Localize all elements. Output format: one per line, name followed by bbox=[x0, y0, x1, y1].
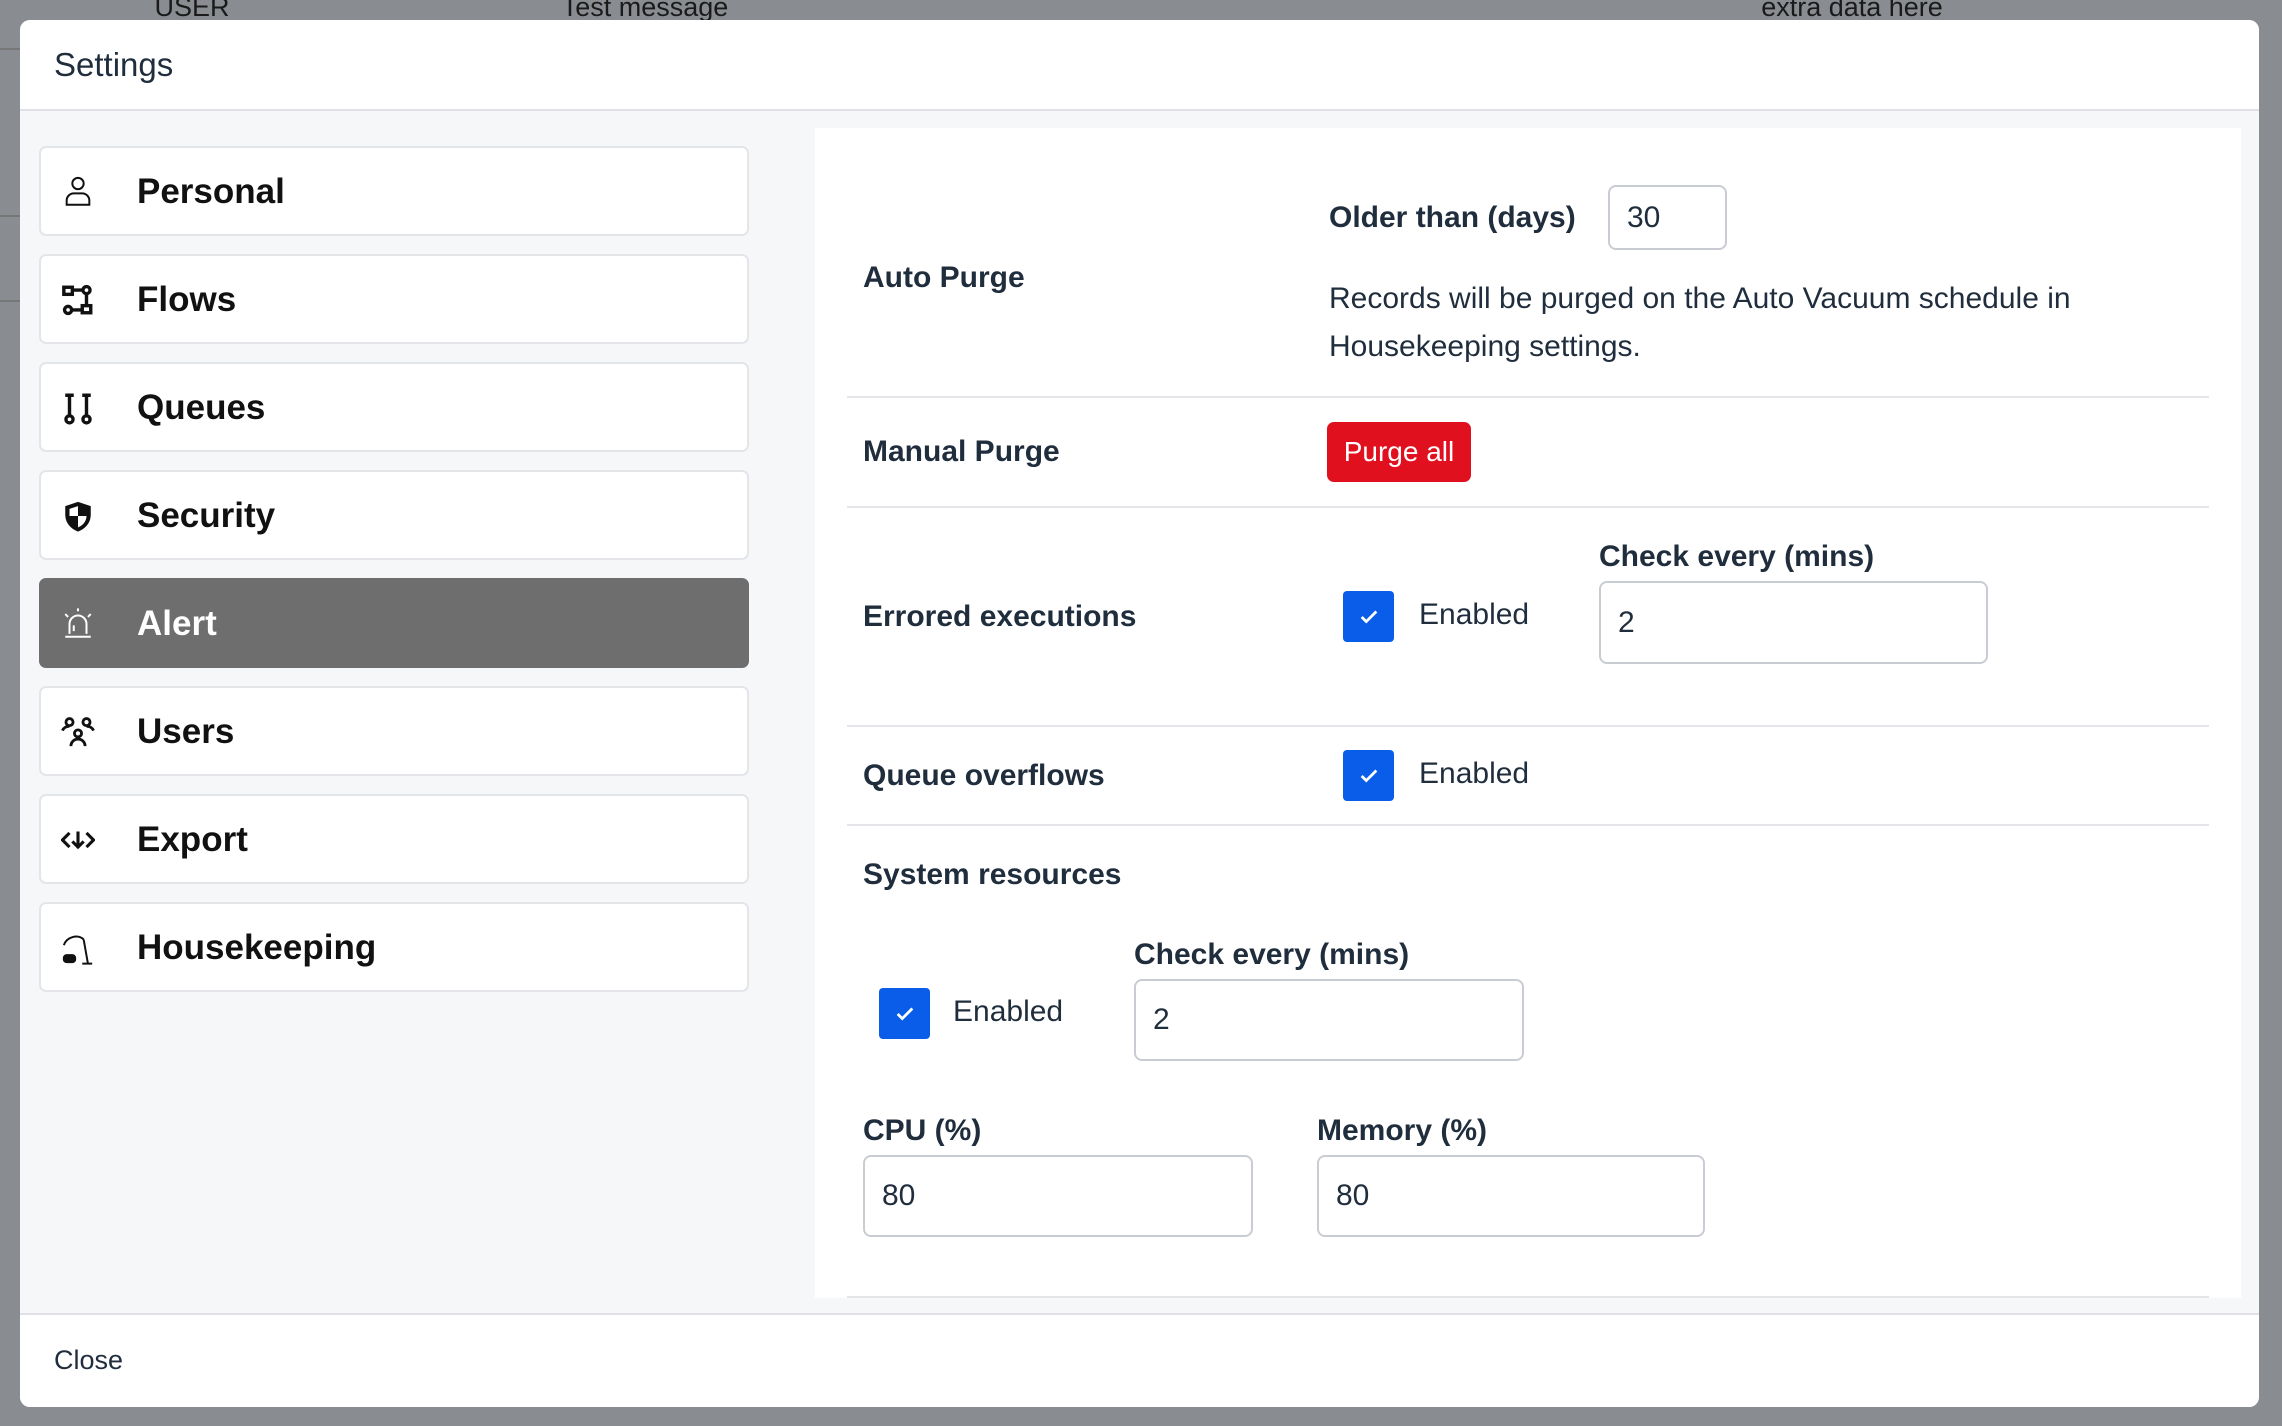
sidebar-item-label: Queues bbox=[137, 388, 266, 427]
system-enabled-checkbox[interactable] bbox=[879, 988, 930, 1039]
sidebar-item-alert[interactable]: Alert bbox=[39, 578, 749, 668]
modal-header: Settings bbox=[20, 20, 2259, 111]
auto-purge-description: Records will be purged on the Auto Vacuu… bbox=[1329, 282, 2071, 315]
export-icon bbox=[61, 831, 95, 850]
system-check-every-label: Check every (mins) bbox=[1134, 938, 1410, 971]
memory-label: Memory (%) bbox=[1317, 1114, 1488, 1147]
check-icon bbox=[1360, 610, 1377, 624]
divider bbox=[847, 1296, 2209, 1298]
divider bbox=[847, 725, 2209, 727]
bg-divider bbox=[0, 300, 20, 302]
bg-divider bbox=[0, 215, 20, 217]
errored-check-every-input[interactable]: 2 bbox=[1599, 581, 1988, 664]
cpu-label: CPU (%) bbox=[863, 1114, 982, 1147]
errored-enabled-checkbox[interactable] bbox=[1343, 591, 1394, 642]
divider bbox=[847, 396, 2209, 398]
alarm-icon bbox=[64, 608, 92, 638]
queue-overflows-enabled-checkbox[interactable] bbox=[1343, 750, 1394, 801]
sidebar-item-label: Users bbox=[137, 712, 235, 751]
sidebar-item-label: Export bbox=[137, 820, 248, 859]
modal-title: Settings bbox=[54, 46, 174, 83]
sidebar-item-label: Personal bbox=[137, 172, 285, 211]
queue-overflows-enabled-label: Enabled bbox=[1419, 757, 1530, 790]
errored-check-every-label: Check every (mins) bbox=[1599, 540, 1875, 573]
sidebar-item-label: Security bbox=[137, 496, 276, 535]
flows-icon bbox=[62, 284, 93, 316]
queues-icon bbox=[64, 393, 92, 425]
auto-purge-description: Housekeeping settings. bbox=[1329, 330, 1641, 363]
queue-overflows-label: Queue overflows bbox=[863, 759, 1105, 792]
vacuum-icon bbox=[62, 935, 93, 965]
errored-enabled-label: Enabled bbox=[1419, 598, 1530, 631]
check-icon bbox=[1360, 769, 1377, 783]
shield-icon bbox=[65, 501, 91, 532]
sidebar-item-flows[interactable]: Flows bbox=[39, 254, 749, 344]
system-check-every-input[interactable]: 2 bbox=[1134, 979, 1524, 1061]
divider bbox=[847, 506, 2209, 508]
auto-purge-label: Auto Purge bbox=[863, 261, 1025, 294]
older-than-input[interactable]: 30 bbox=[1608, 185, 1727, 250]
sidebar-item-label: Housekeeping bbox=[137, 928, 377, 967]
sidebar-item-users[interactable]: Users bbox=[39, 686, 749, 776]
sidebar-item-housekeeping[interactable]: Housekeeping bbox=[39, 902, 749, 992]
sidebar-item-label: Flows bbox=[137, 280, 237, 319]
older-than-label: Older than (days) bbox=[1329, 201, 1576, 234]
person-icon bbox=[65, 176, 91, 206]
sidebar-item-export[interactable]: Export bbox=[39, 794, 749, 884]
close-button[interactable]: Close bbox=[54, 1345, 123, 1376]
memory-input[interactable]: 80 bbox=[1317, 1155, 1705, 1237]
sidebar-item-queues[interactable]: Queues bbox=[39, 362, 749, 452]
users-icon bbox=[61, 717, 95, 747]
modal-footer: Close bbox=[20, 1313, 2259, 1407]
purge-all-button[interactable]: Purge all bbox=[1327, 422, 1471, 482]
divider bbox=[847, 824, 2209, 826]
manual-purge-label: Manual Purge bbox=[863, 435, 1060, 468]
system-resources-label: System resources bbox=[863, 858, 1122, 891]
system-enabled-label: Enabled bbox=[953, 995, 1064, 1028]
errored-executions-label: Errored executions bbox=[863, 600, 1137, 633]
cpu-input[interactable]: 80 bbox=[863, 1155, 1253, 1237]
sidebar-item-personal[interactable]: Personal bbox=[39, 146, 749, 236]
sidebar-item-security[interactable]: Security bbox=[39, 470, 749, 560]
sidebar-item-label: Alert bbox=[137, 604, 217, 643]
check-icon bbox=[896, 1007, 913, 1021]
bg-divider bbox=[0, 48, 20, 50]
